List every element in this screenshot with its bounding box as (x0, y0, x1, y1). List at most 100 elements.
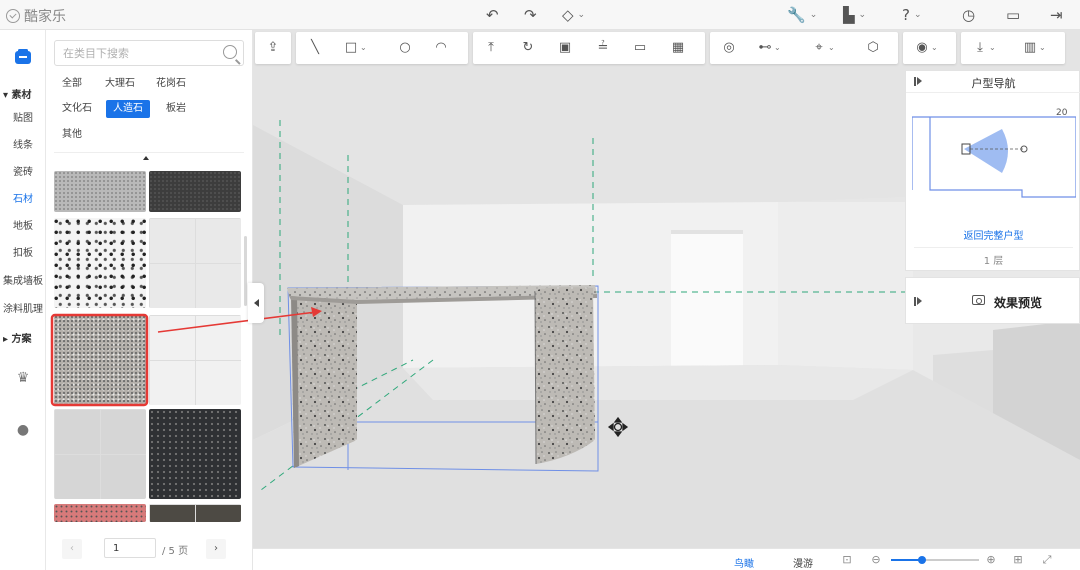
document-icon[interactable]: ▭ (1006, 5, 1020, 25)
expand-icon[interactable] (914, 297, 922, 306)
view-birds-eye[interactable]: 鸟瞰 (734, 555, 754, 570)
material-swatch[interactable] (149, 171, 241, 212)
chevron-down-icon: ⌄ (809, 10, 818, 20)
view-walkthrough[interactable]: 漫游 (793, 555, 813, 570)
toolbar-group-measure: ◎ ⊷ ⌄ ⌖ ⌄ ⬡ (710, 32, 898, 64)
undo-icon[interactable]: ↶ (486, 5, 499, 25)
tag-marble[interactable]: 大理石 (98, 75, 142, 93)
tag-granite[interactable]: 花岗石 (149, 75, 193, 93)
chevron-down-icon: ⌄ (774, 43, 781, 52)
rail-item-texture[interactable]: 贴图 (0, 109, 46, 124)
component-icon[interactable]: ⬡ (864, 39, 882, 57)
zoom-out-icon[interactable]: ⊖ (868, 552, 884, 568)
material-box-icon[interactable] (12, 46, 34, 68)
toolbar-group-modify: ⤒ ↻ ▣ ≟ ▭ ▦ (473, 32, 705, 64)
toolbar-group-import: ⇪ (255, 32, 291, 64)
map-icon[interactable]: ▥ ⌄ (1021, 39, 1046, 57)
line-tool-icon[interactable]: ╲ (306, 39, 324, 57)
zoom-slider-thumb[interactable] (917, 556, 926, 564)
chevron-down-icon: ⌄ (989, 43, 996, 52)
rectangle-tool-icon[interactable]: □ ⌄ (342, 39, 367, 57)
rail-item-floor[interactable]: 地板 (0, 217, 46, 232)
material-swatch[interactable] (54, 171, 146, 212)
material-swatch[interactable] (54, 315, 146, 405)
rail-item-paint[interactable]: 涂料肌理 (0, 300, 46, 315)
grid-tool-icon[interactable]: ▦ (669, 39, 687, 57)
app-title: 酷家乐 (24, 9, 66, 25)
tag-other[interactable]: 其他 (55, 126, 89, 144)
tag-cultural-stone[interactable]: 文化石 (55, 100, 99, 118)
paint-bucket-icon[interactable]: ⌖ ⌄ (810, 39, 834, 57)
zoom-slider[interactable] (891, 556, 979, 564)
eraser-button[interactable]: ◇ ⌄ (562, 5, 585, 25)
save-menu-button[interactable]: ▙ ⌄ (843, 5, 866, 25)
rail-item-line[interactable]: 线条 (0, 136, 46, 151)
arc-tool-icon[interactable]: ◠ (432, 39, 450, 57)
app-logo[interactable]: 酷家乐 (6, 6, 66, 26)
rail-item-tile[interactable]: 瓷砖 (0, 163, 46, 178)
chevron-down-icon: ⌄ (913, 10, 922, 20)
toolbar-group-draw: ╲ □ ⌄ ○ ◠ (296, 32, 468, 64)
rail-item-stone[interactable]: 石材 (0, 190, 46, 205)
tape-measure-icon[interactable]: ◎ (720, 39, 738, 57)
push-pull-icon[interactable]: ⤒ (482, 39, 500, 57)
align-tool-icon[interactable]: ≟ (594, 39, 612, 57)
tools-menu-button[interactable]: 🔧 ⌄ (787, 5, 817, 25)
material-swatch[interactable] (54, 409, 146, 499)
next-page-button[interactable]: › (206, 539, 226, 559)
divider (54, 152, 244, 153)
screenshot-icon[interactable]: ⊡ (839, 552, 855, 568)
zoom-in-icon[interactable]: ⊕ (983, 552, 999, 568)
material-swatch[interactable] (149, 315, 241, 405)
chevron-down-icon: ⌄ (1039, 43, 1046, 52)
scroll-up-icon[interactable] (143, 156, 149, 160)
rotate-tool-icon[interactable]: ↻ (519, 39, 537, 57)
wrench-icon: 🔧 (787, 6, 806, 24)
page-input[interactable] (104, 538, 156, 558)
save-icon: ▙ (843, 6, 855, 24)
panel-scrollbar[interactable] (244, 236, 247, 306)
floorplan-minimap[interactable] (912, 115, 1076, 199)
page-total: / 5 页 (162, 546, 189, 557)
table-right-panel[interactable] (535, 287, 595, 464)
user-icon[interactable]: ● (14, 422, 32, 440)
prev-page-button[interactable]: ‹ (62, 539, 82, 559)
rail-section-material[interactable]: ▾ 素材 (3, 86, 32, 101)
tag-all[interactable]: 全部 (55, 75, 89, 93)
download-icon[interactable]: ⤓ ⌄ (971, 39, 996, 57)
render-preview-panel[interactable]: 效果预览 (905, 277, 1080, 324)
tag-slate[interactable]: 板岩 (159, 100, 193, 118)
fullscreen-icon[interactable]: ⤢ (1039, 552, 1055, 568)
chevron-down-icon: ⌄ (858, 10, 867, 20)
divider (914, 247, 1073, 248)
material-swatch[interactable] (149, 409, 241, 499)
visibility-icon[interactable]: ◉ ⌄ (913, 39, 937, 57)
chevron-down-icon: ⌄ (828, 43, 835, 52)
collapse-panel-button[interactable] (248, 283, 264, 323)
zoom-fit-icon[interactable]: ⊞ (1010, 552, 1026, 568)
offset-tool-icon[interactable]: ▣ (556, 39, 574, 57)
section-tool-icon[interactable]: ▭ (631, 39, 649, 57)
material-swatch[interactable] (54, 504, 146, 522)
search-icon[interactable] (223, 45, 237, 59)
rail-item-wall-panel[interactable]: 集成墙板 (0, 272, 46, 287)
eraser-icon: ◇ (562, 6, 574, 24)
history-icon[interactable]: ◷ (962, 5, 975, 25)
rail-section-plan[interactable]: ▸ 方案 (3, 330, 32, 345)
material-swatch[interactable] (149, 218, 241, 308)
table-left-panel[interactable] (291, 294, 357, 468)
exit-icon[interactable]: ⇥ (1050, 5, 1063, 25)
tag-artificial-stone[interactable]: 人造石 (106, 100, 150, 118)
material-swatch[interactable] (54, 218, 146, 308)
dimension-tool-icon[interactable]: ⊷ ⌄ (756, 39, 781, 57)
search-input[interactable] (55, 41, 215, 65)
redo-icon[interactable]: ↷ (524, 5, 537, 25)
material-swatch[interactable] (149, 504, 241, 522)
import-icon[interactable]: ⇪ (264, 39, 282, 57)
help-menu-button[interactable]: ? ⌄ (902, 5, 922, 25)
circle-tool-icon[interactable]: ○ (396, 39, 414, 57)
rail-item-ceiling-panel[interactable]: 扣板 (0, 244, 46, 259)
back-to-full-plan-link[interactable]: 返回完整户型 (906, 227, 1080, 242)
pagination: ‹ / 5 页 › (46, 535, 253, 561)
crown-icon[interactable]: ♛ (14, 370, 32, 388)
